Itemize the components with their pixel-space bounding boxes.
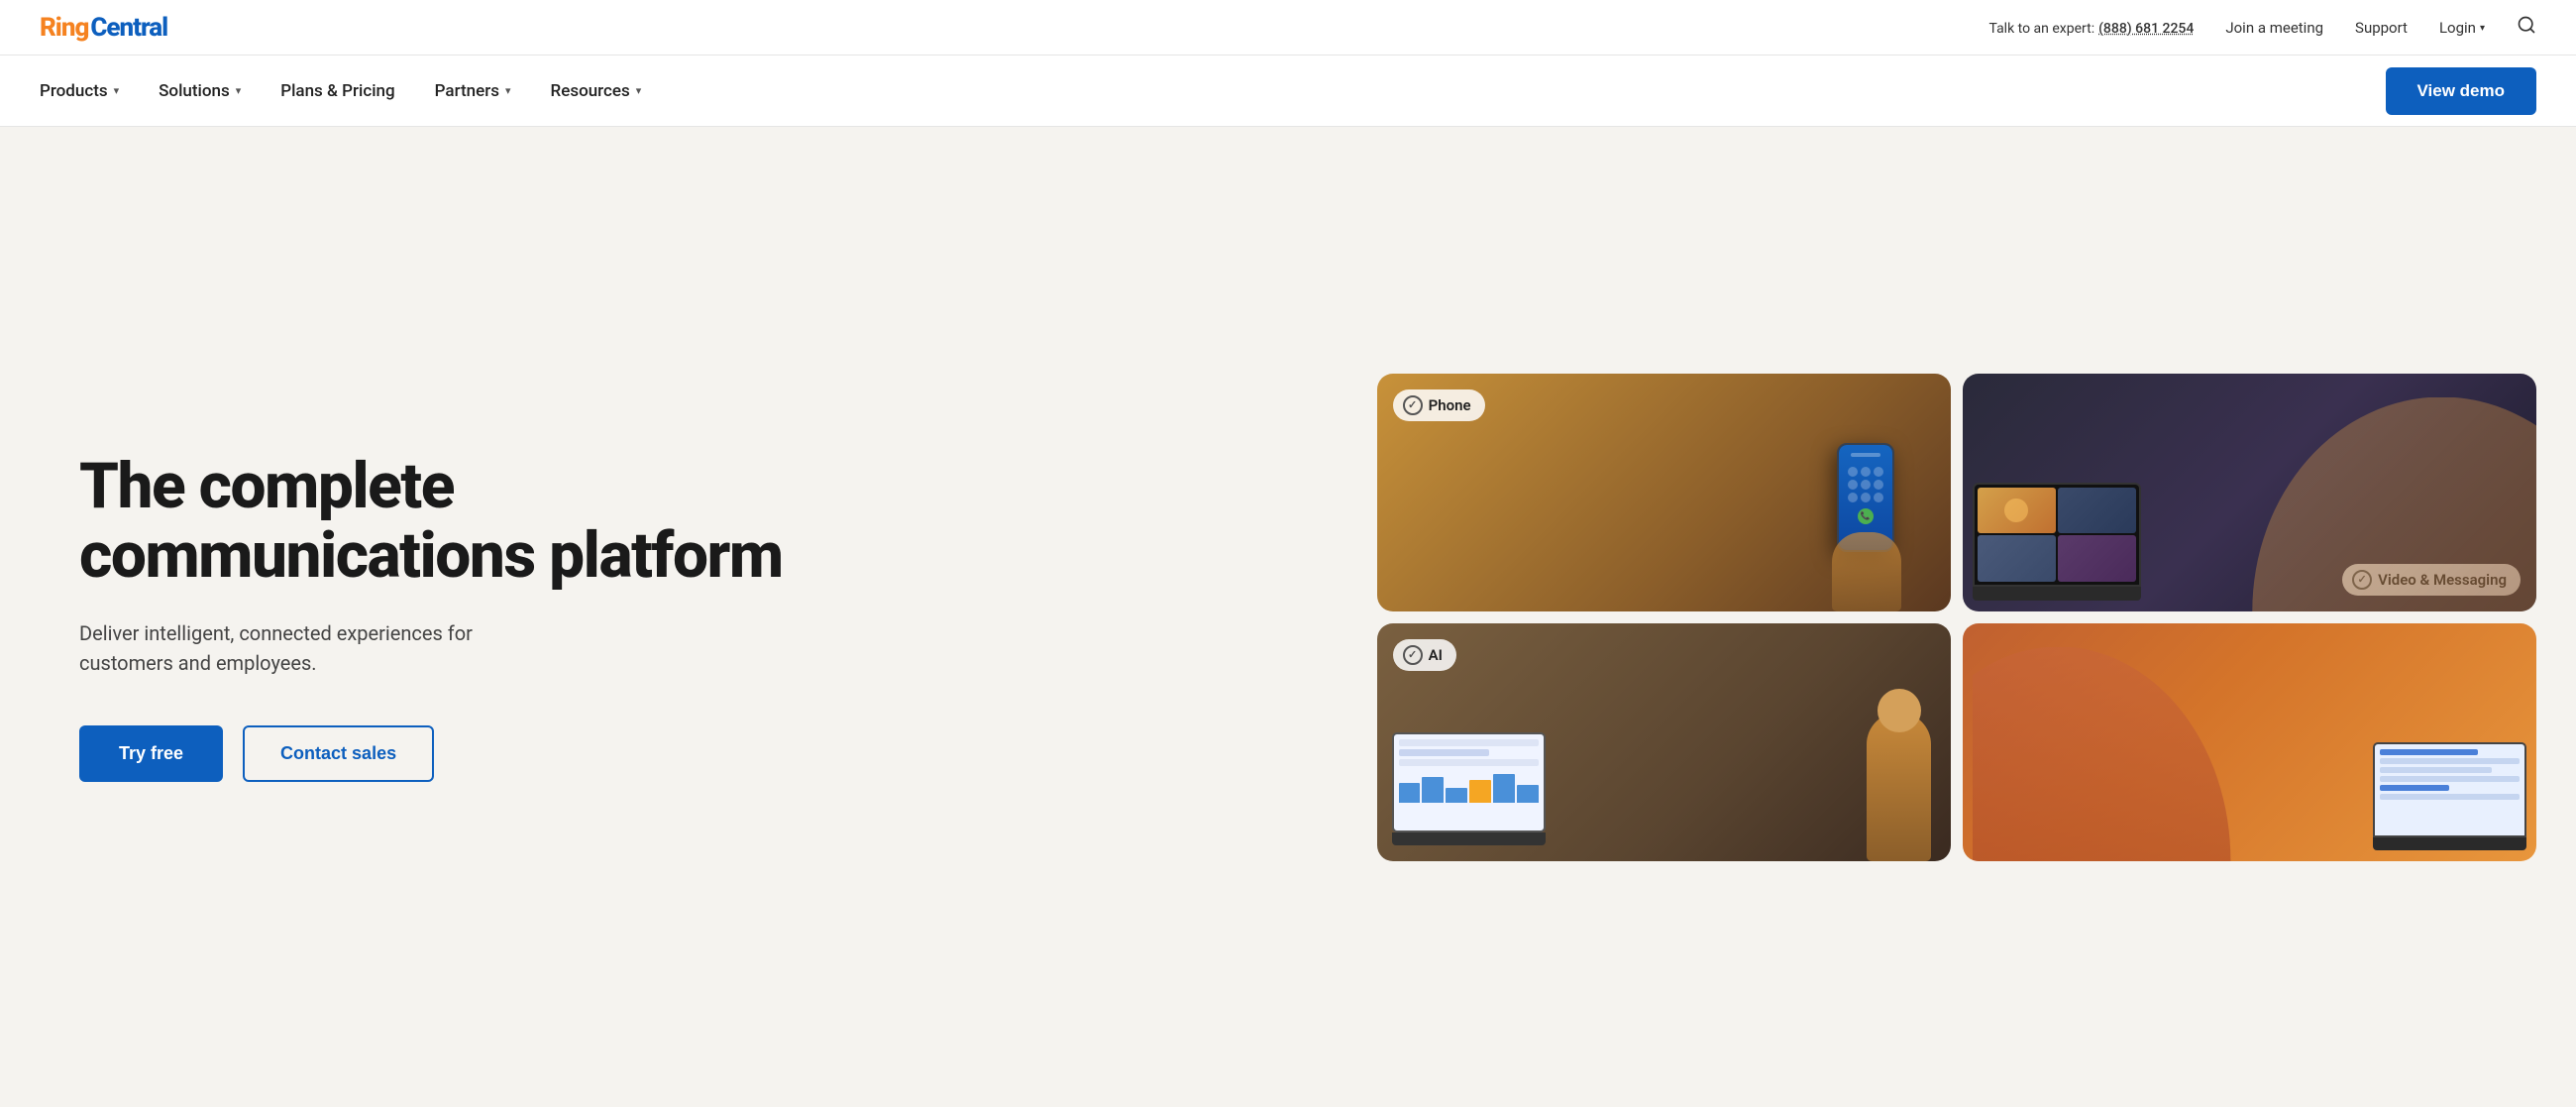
chart-bar-5	[1493, 774, 1515, 803]
contact-row-4	[2380, 776, 2520, 782]
ai-badge: ✓ AI	[1393, 639, 1456, 671]
contact-row-1	[2380, 749, 2478, 755]
person-silhouette	[2220, 397, 2536, 611]
nav-solutions-label: Solutions	[159, 81, 230, 101]
contact-sales-button[interactable]: Contact sales	[243, 725, 434, 782]
video-card: ✓ Video & Messaging	[1963, 374, 2536, 611]
contact-row-6	[2380, 794, 2520, 800]
phone-check-icon: ✓	[1403, 395, 1423, 415]
nav-resources-label: Resources	[551, 81, 630, 101]
phone-speaker	[1851, 453, 1880, 457]
phone-card: ✓ Phone	[1377, 374, 1951, 611]
nav-bar: Products ▾ Solutions ▾ Plans & Pricing P…	[0, 55, 2576, 127]
monitor-base	[1392, 832, 1546, 846]
person-shape	[2220, 397, 2536, 611]
top-bar: RingCentral Talk to an expert: (888) 681…	[0, 0, 2576, 55]
hero-section: The complete communications platform Del…	[0, 127, 2576, 1107]
video-tile-2	[2058, 488, 2136, 534]
try-free-button[interactable]: Try free	[79, 725, 223, 782]
chart-bar-2	[1422, 777, 1444, 803]
logo-central: Central	[90, 13, 167, 43]
nav-items: Products ▾ Solutions ▾ Plans & Pricing P…	[40, 73, 641, 109]
video-tile-4	[2058, 535, 2136, 582]
contact-person	[1973, 647, 2260, 861]
hero-title-line2: communications platform	[79, 518, 783, 593]
contact-row-2	[2380, 758, 2520, 764]
video-tile-1	[1978, 488, 2056, 534]
monitor-chart	[1399, 771, 1539, 803]
chart-bar-3	[1446, 788, 1467, 802]
contact-person-shape	[1973, 647, 2260, 861]
hero-title: The complete communications platform	[79, 452, 1318, 592]
phone-badge-label: Phone	[1429, 396, 1471, 414]
monitor-visual	[1392, 732, 1546, 846]
phone-dialpad	[1848, 467, 1883, 502]
expert-label: Talk to an expert:	[1988, 21, 2094, 37]
products-chevron-icon: ▾	[114, 84, 120, 97]
expert-phone[interactable]: (888) 681 2254	[2098, 21, 2194, 37]
nav-plans-pricing[interactable]: Plans & Pricing	[280, 73, 394, 109]
nav-solutions[interactable]: Solutions ▾	[159, 73, 241, 109]
resources-chevron-icon: ▾	[636, 84, 642, 97]
logo[interactable]: RingCentral	[40, 13, 167, 43]
support-link[interactable]: Support	[2355, 19, 2408, 37]
chart-bar-4	[1469, 780, 1491, 802]
ai-card: ✓ AI	[1377, 623, 1951, 861]
desk-person-head	[1878, 689, 1921, 732]
desk-person-body	[1867, 713, 1931, 861]
monitor-row-3	[1399, 759, 1539, 766]
call-button: 📞	[1858, 508, 1874, 524]
video-tile-3	[1978, 535, 2056, 582]
contact-laptop-screen	[2373, 742, 2526, 838]
partners-chevron-icon: ▾	[505, 84, 511, 97]
phone-badge: ✓ Phone	[1393, 389, 1485, 421]
ai-check-icon: ✓	[1403, 645, 1423, 665]
chart-bar-6	[1517, 785, 1539, 803]
nav-products[interactable]: Products ▾	[40, 73, 119, 109]
view-demo-button[interactable]: View demo	[2386, 67, 2537, 115]
search-icon[interactable]	[2517, 15, 2536, 40]
nav-resources[interactable]: Resources ▾	[551, 73, 642, 109]
monitor-row-1	[1399, 739, 1539, 746]
monitor-screen	[1392, 732, 1546, 832]
contact-row-3	[2380, 767, 2492, 773]
laptop-visual	[1973, 483, 2141, 602]
login-chevron-icon: ▾	[2480, 23, 2485, 34]
contact-laptop-visual	[2373, 742, 2526, 851]
contact-row-5	[2380, 785, 2450, 791]
hero-buttons: Try free Contact sales	[79, 725, 1318, 782]
desk-person	[1837, 663, 1936, 861]
hero-left: The complete communications platform Del…	[79, 452, 1357, 783]
nav-plans-pricing-label: Plans & Pricing	[280, 81, 394, 101]
login-dropdown[interactable]: Login ▾	[2439, 19, 2485, 37]
nav-partners[interactable]: Partners ▾	[435, 73, 511, 109]
contact-center-card: ✓ Contact center	[1963, 623, 2536, 861]
logo-ring: Ring	[40, 13, 88, 43]
hero-title-line1: The complete	[79, 449, 454, 523]
phone-visual: 📞	[1827, 423, 1926, 611]
laptop-screen-outer	[1973, 483, 2141, 588]
login-label: Login	[2439, 19, 2476, 37]
monitor-row-2	[1399, 749, 1490, 756]
nav-partners-label: Partners	[435, 81, 499, 101]
hero-subtitle: Deliver intelligent, connected experienc…	[79, 618, 555, 678]
solutions-chevron-icon: ▾	[236, 84, 242, 97]
join-meeting-link[interactable]: Join a meeting	[2225, 19, 2323, 37]
chart-bar-1	[1399, 783, 1421, 802]
expert-contact: Talk to an expert: (888) 681 2254	[1988, 18, 2194, 37]
nav-products-label: Products	[40, 81, 108, 101]
ai-badge-label: AI	[1429, 646, 1443, 664]
top-right-nav: Talk to an expert: (888) 681 2254 Join a…	[1988, 15, 2536, 40]
hand-visual	[1832, 532, 1901, 611]
hero-right-grid: ✓ Phone	[1357, 374, 2536, 861]
laptop-base	[1973, 587, 2141, 601]
video-tiles	[1975, 485, 2139, 586]
contact-laptop-base	[2373, 837, 2526, 850]
